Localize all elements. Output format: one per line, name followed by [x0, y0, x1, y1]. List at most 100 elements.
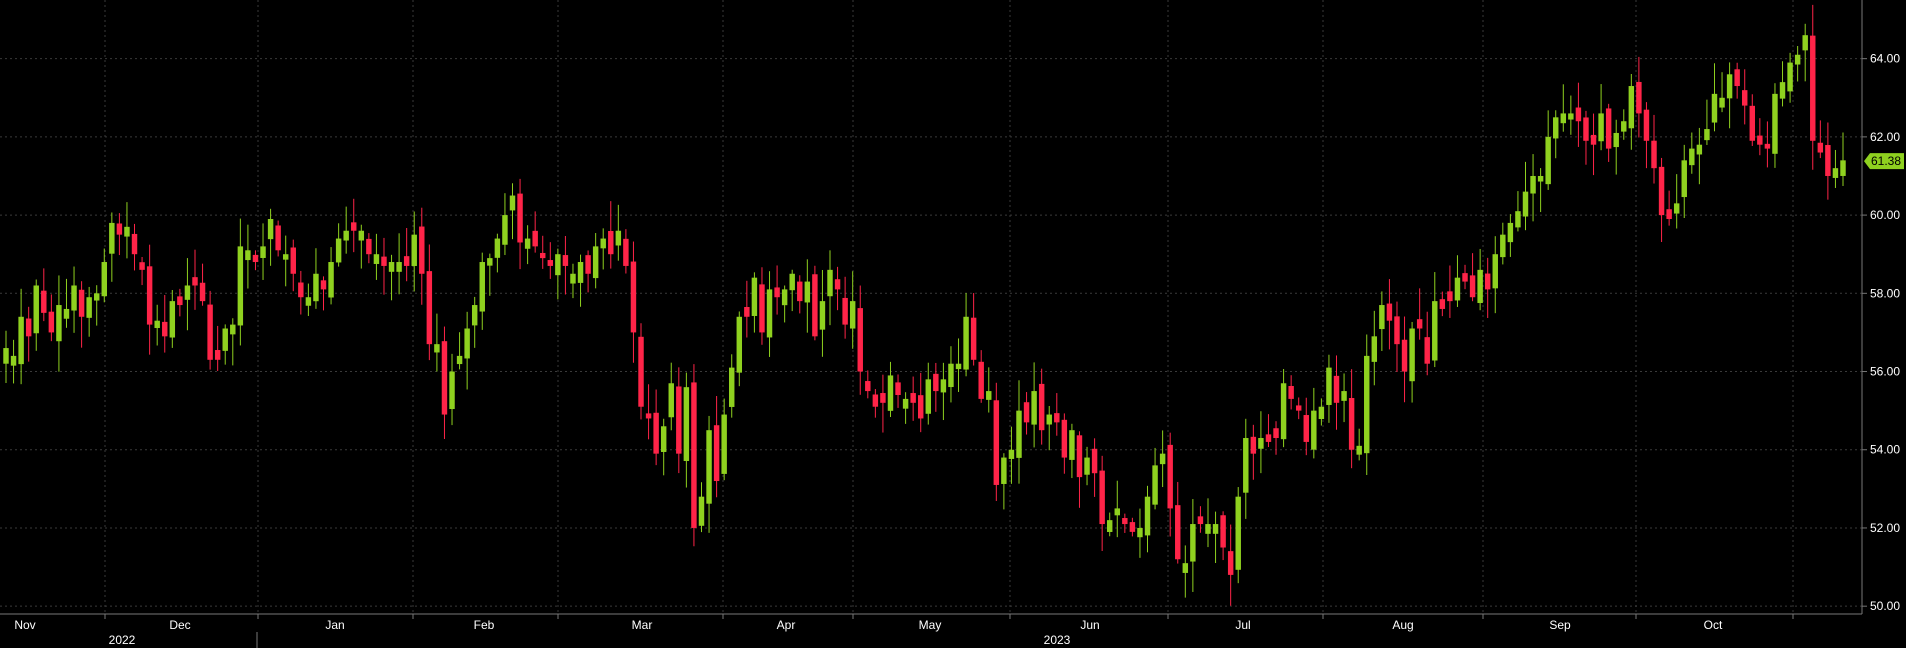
- candle-body: [865, 381, 871, 392]
- candle-body: [1099, 470, 1105, 525]
- candle-body: [751, 277, 758, 316]
- candle-body: [698, 496, 705, 526]
- candle-body: [895, 382, 901, 395]
- candle-body: [1613, 132, 1619, 148]
- candle-body: [131, 233, 138, 255]
- candle-body: [1091, 448, 1098, 474]
- candle-body: [78, 289, 85, 317]
- candle-body: [10, 355, 17, 366]
- candle-body: [335, 238, 342, 263]
- candle-body: [555, 254, 561, 276]
- candle-body: [630, 261, 637, 333]
- x-tick-label: Jul: [1235, 618, 1250, 632]
- candle-body: [214, 350, 221, 360]
- candle-body: [396, 262, 402, 272]
- candle-body: [1250, 436, 1257, 454]
- candle-body: [1628, 86, 1635, 129]
- candle-body: [955, 363, 962, 370]
- candle-body: [797, 281, 803, 302]
- candle-body: [1704, 129, 1710, 141]
- candle-body: [1530, 175, 1536, 194]
- candle-body: [1318, 406, 1325, 420]
- candle-body: [683, 387, 690, 462]
- candle-body: [1084, 457, 1090, 475]
- candle-body: [1507, 222, 1514, 243]
- candle-body: [1719, 97, 1725, 108]
- candle-body: [1069, 430, 1075, 460]
- candle-body: [1227, 551, 1234, 575]
- candle-body: [154, 320, 160, 329]
- y-tick-label: 56.00: [1870, 365, 1900, 379]
- candle-body: [162, 321, 168, 337]
- x-tick-label: Sep: [1549, 618, 1571, 632]
- candle-body: [1772, 93, 1778, 154]
- candle-body: [313, 273, 319, 302]
- candle-body: [1038, 383, 1045, 431]
- candle-body: [1371, 336, 1378, 362]
- candle-body: [1379, 305, 1385, 330]
- candle-body: [93, 293, 100, 301]
- candle-body: [1825, 145, 1831, 176]
- candle-body: [1182, 563, 1189, 573]
- candle-body: [706, 430, 712, 504]
- candle-body: [1159, 453, 1166, 465]
- x-tick-label: Oct: [1704, 618, 1723, 632]
- candle-body: [48, 311, 55, 333]
- candle-body: [1500, 234, 1506, 258]
- candle-body: [1636, 81, 1642, 114]
- candle-body: [880, 393, 886, 403]
- y-tick-label: 64.00: [1870, 52, 1900, 66]
- candle-body: [1144, 496, 1151, 536]
- candle-body: [1356, 445, 1362, 455]
- candle-body: [1205, 524, 1211, 534]
- candle-body: [1439, 299, 1446, 309]
- candle-body: [1129, 522, 1136, 532]
- candle-body: [1742, 90, 1748, 106]
- candle-body: [1840, 160, 1846, 176]
- candle-body: [146, 266, 153, 325]
- candle-body: [177, 296, 183, 306]
- candle-body: [1046, 414, 1052, 425]
- candle-body: [25, 318, 32, 337]
- x-tick-label: Dec: [169, 618, 190, 632]
- candle-body: [1280, 383, 1287, 440]
- candle-body: [275, 225, 281, 251]
- candle-body: [1114, 508, 1120, 516]
- candle-body: [18, 316, 24, 365]
- candle-body: [237, 246, 244, 326]
- candle-body: [645, 413, 652, 419]
- candle-body: [56, 305, 62, 342]
- candle-body: [1832, 168, 1839, 178]
- candle-body: [1764, 143, 1771, 149]
- candle-body: [1016, 410, 1022, 458]
- candle-body: [812, 274, 818, 337]
- candle-body: [970, 317, 977, 360]
- candle-body: [1522, 191, 1529, 217]
- candle-body: [343, 230, 349, 241]
- candle-body: [487, 258, 493, 266]
- year-label: 2023: [1044, 633, 1071, 647]
- candle-body: [1757, 135, 1763, 145]
- candle-body: [63, 308, 70, 319]
- candle-body: [1023, 402, 1030, 423]
- candle-body: [1621, 121, 1627, 132]
- candle-body: [1658, 166, 1665, 216]
- candle-body: [774, 287, 780, 298]
- candle-body: [1651, 140, 1657, 169]
- candle-body: [1689, 148, 1695, 166]
- candle-body: [252, 254, 259, 263]
- candle-body: [449, 371, 455, 410]
- candle-body: [1749, 105, 1756, 141]
- candle-body: [169, 301, 176, 338]
- candle-body: [910, 393, 916, 403]
- candle-body: [1537, 175, 1544, 182]
- candle-body: [660, 426, 667, 452]
- candle-body: [1545, 136, 1551, 185]
- candle-body: [524, 238, 531, 249]
- candle-body: [1311, 410, 1317, 450]
- candle-body: [426, 271, 433, 345]
- y-tick-label: 52.00: [1870, 521, 1900, 535]
- candle-body: [925, 379, 932, 414]
- x-tick-label: May: [919, 618, 942, 632]
- candle-body: [373, 254, 380, 264]
